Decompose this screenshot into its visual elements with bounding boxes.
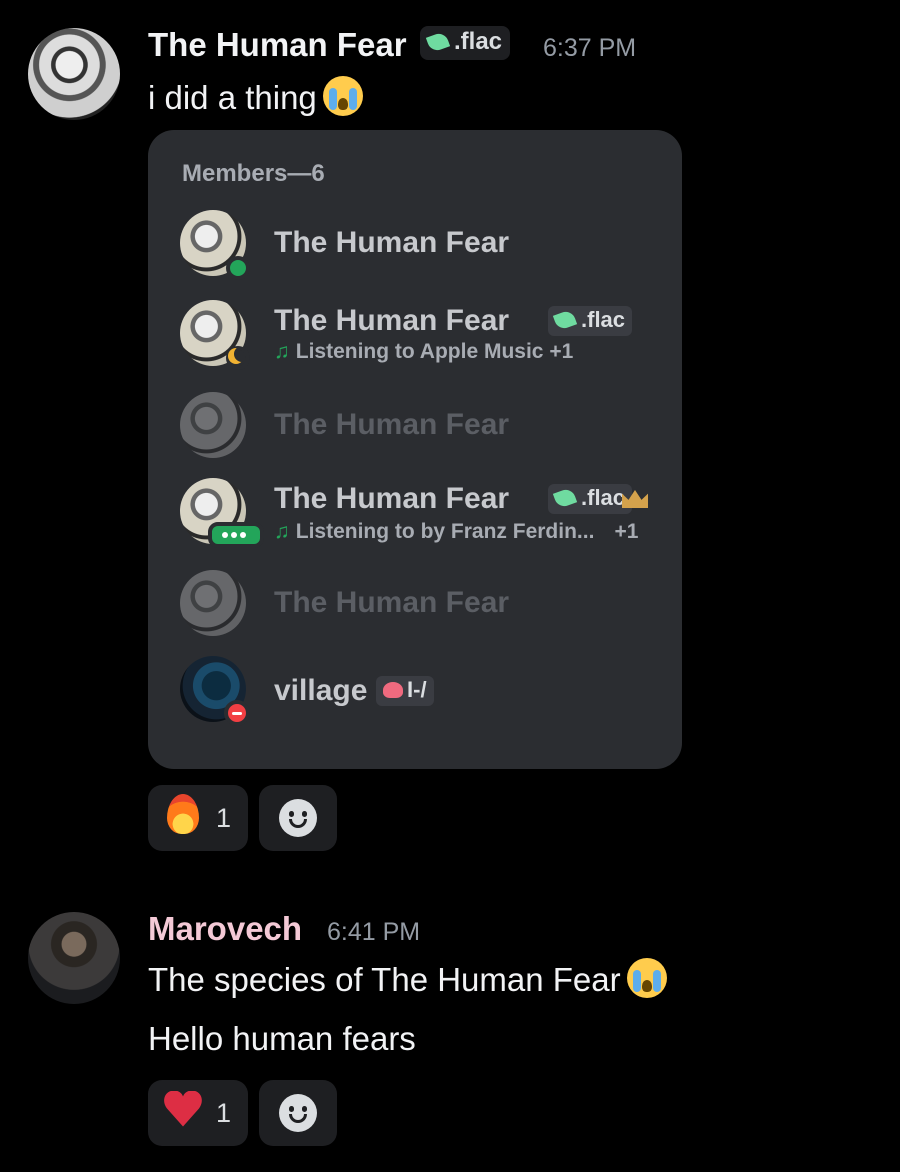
idle-moon-icon xyxy=(226,346,250,370)
timestamp: 6:41 PM xyxy=(327,918,421,946)
member-row[interactable]: The Human Fear xyxy=(180,392,660,462)
member-avatar xyxy=(180,570,246,636)
guild-tag: I-/ xyxy=(376,676,434,706)
author-name[interactable]: The Human Fear xyxy=(148,26,407,64)
member-name: The Human Fear xyxy=(274,408,510,441)
member-activity: ♫ Listening to Apple Music +1 xyxy=(274,340,573,364)
message-content: The species of The Human Fear xyxy=(148,958,667,999)
skull-icon xyxy=(383,682,403,698)
guild-tag-label: .flac xyxy=(581,485,626,510)
attachment-image[interactable]: Members—6 The Human Fear The Human Fear … xyxy=(148,130,682,769)
member-avatar xyxy=(180,392,246,458)
leaf-icon xyxy=(552,309,578,331)
guild-tag-label: .flac xyxy=(581,307,626,332)
leaf-icon xyxy=(425,31,451,53)
member-name: village xyxy=(274,674,368,707)
activity-extra: +1 xyxy=(614,520,639,543)
dnd-status-icon xyxy=(224,700,250,726)
message-content-2: Hello human fears xyxy=(148,1020,416,1057)
member-row[interactable]: The Human Fear .flac ♫ Listening to by Fr… xyxy=(180,478,660,548)
guild-tag: .flac xyxy=(548,484,633,514)
member-row[interactable]: The Human Fear xyxy=(180,210,660,280)
member-name: The Human Fear xyxy=(274,586,510,619)
mobile-status-icon xyxy=(208,522,264,548)
loudly-crying-face-icon xyxy=(626,958,667,998)
reaction-count: 1 xyxy=(216,1097,232,1128)
message-text: i did a thing xyxy=(148,79,317,116)
activity-extra: +1 xyxy=(549,340,574,363)
message-text: The species of The Human Fear xyxy=(148,961,621,998)
reaction-fire[interactable]: 1 xyxy=(148,785,248,851)
member-name: The Human Fear xyxy=(274,226,510,259)
member-row[interactable]: The Human Fear .flac ♫ Listening to Apple… xyxy=(180,300,660,370)
message-content: i did a thing xyxy=(148,76,363,117)
add-reaction-button[interactable] xyxy=(259,1080,337,1146)
leaf-icon xyxy=(552,487,578,509)
fire-icon xyxy=(167,793,199,834)
guild-tag: .flac xyxy=(548,306,633,336)
avatar[interactable] xyxy=(28,28,120,120)
smiley-icon xyxy=(279,799,317,837)
online-status-icon xyxy=(226,256,250,280)
guild-tag[interactable]: .flac xyxy=(420,26,511,60)
music-note-icon: ♫ xyxy=(274,340,290,363)
reaction-heart[interactable]: 1 xyxy=(148,1080,248,1146)
author-name[interactable]: Marovech xyxy=(148,910,302,948)
reaction-count: 1 xyxy=(216,802,232,833)
member-name: The Human Fear xyxy=(274,304,510,337)
timestamp: 6:37 PM xyxy=(543,34,637,62)
activity-text: Listening to Apple Music xyxy=(295,340,544,363)
activity-text: Listening to by Franz Ferdin... xyxy=(295,520,595,543)
smiley-icon xyxy=(279,1094,317,1132)
members-header: Members—6 xyxy=(182,160,325,187)
member-row[interactable]: village I-/ xyxy=(180,656,660,726)
red-heart-icon xyxy=(163,1091,203,1127)
add-reaction-button[interactable] xyxy=(259,785,337,851)
member-name: The Human Fear xyxy=(274,482,510,515)
loudly-crying-face-icon xyxy=(322,76,363,116)
guild-tag-label: .flac xyxy=(454,28,503,55)
guild-tag-label: I-/ xyxy=(407,677,427,702)
member-activity: ♫ Listening to by Franz Ferdin... +1 xyxy=(274,520,638,544)
avatar[interactable] xyxy=(28,912,120,1004)
member-row[interactable]: The Human Fear xyxy=(180,570,660,640)
music-note-icon: ♫ xyxy=(274,520,290,543)
